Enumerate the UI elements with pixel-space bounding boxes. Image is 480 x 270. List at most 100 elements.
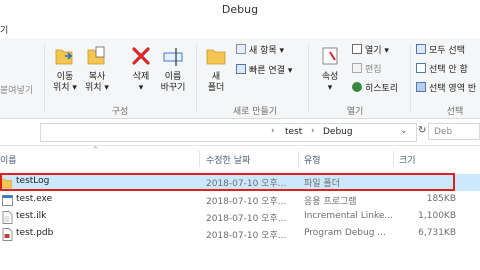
address-dropdown-icon[interactable]: ⌄ [400,126,408,136]
address-bar[interactable]: › test › Debug ⌄ [40,123,417,142]
refresh-icon[interactable]: ↻ [418,125,426,136]
file-row[interactable]: test.exe 2018-07-10 오후... 응용 프로그램 185KB [0,192,480,209]
invert-selection-button[interactable]: 선택 영역 반 [416,82,476,95]
select-all-button[interactable]: 모두 선택 [416,44,465,57]
breadcrumb-item[interactable]: Debug [323,127,353,137]
ribbon: 붙여넣기 이동 위치 ▾ 복사 위치 ▾ 삭제 ▾ 이름 바꾸기 구성 새 폴더… [0,38,480,119]
edit-button[interactable]: 편집 [352,63,382,76]
rename-label-2: 바꾸기 [160,83,186,93]
file-row-selected[interactable]: testLog 2018-07-10 오후... 파일 폴더 [0,174,480,191]
select-all-icon [416,44,426,54]
window-title: Debug [221,3,259,16]
folder-icon [1,178,12,189]
new-item-icon [236,44,246,54]
copy-to-label-1: 복사 [88,72,106,82]
column-divider[interactable] [199,151,200,167]
new-item-button[interactable]: 새 항목 ▾ [236,44,284,57]
move-to-button[interactable]: 이동 위치 ▾ [52,44,78,94]
new-folder-label-2: 폴더 [207,83,225,93]
select-none-button[interactable]: 선택 안 함 [416,63,468,76]
sort-arrow-icon: ^ [92,145,99,154]
file-date: 2018-07-10 오후... [206,231,287,241]
new-group-label: 새로 만들기 [232,107,278,117]
open-icon [352,44,362,54]
file-type: Incremental Linke... [304,211,392,221]
ilk-file-icon [2,211,13,224]
file-row[interactable]: test.ilk 2018-07-10 오후... Incremental Li… [0,209,480,226]
delete-label-1: 삭제 [132,72,150,82]
ribbon-separator [196,44,197,112]
file-name: test.ilk [16,211,47,221]
rename-label-1: 이름 [164,72,182,82]
breadcrumb-item[interactable]: test [285,127,302,137]
move-to-label-2: 위치 ▾ [53,83,77,93]
invert-selection-label: 선택 영역 반 [429,84,477,94]
select-all-label: 모두 선택 [429,46,465,56]
delete-label-2: ▾ [138,83,144,93]
edit-icon [352,63,362,73]
file-size: 185KB [426,194,456,204]
organize-group-label: 구성 [111,107,129,117]
file-name: testLog [16,176,50,186]
new-folder-icon [206,49,226,65]
history-button[interactable]: 히스토리 [352,82,398,95]
column-divider[interactable] [393,151,394,167]
copy-to-button[interactable]: 복사 위치 ▾ [84,44,110,94]
search-input[interactable]: Deb [428,123,480,140]
column-headers: ^ 이름 수정한 날짜 유형 크기 [0,145,480,169]
open-button[interactable]: 열기 ▾ [352,44,389,57]
delete-icon [132,47,150,65]
easy-access-icon [236,64,246,74]
open-group-label: 열기 [346,107,364,117]
column-header-size[interactable]: 크기 [399,153,416,166]
easy-access-button[interactable]: 빠른 연결 ▾ [236,64,292,77]
open-label: 열기 ▾ [365,46,389,56]
file-row[interactable]: test.pdb 2018-07-10 오후... Program Debug … [0,226,480,243]
breadcrumb-chevron-icon: › [271,126,275,136]
file-type: 파일 폴더 [304,179,340,189]
move-to-label-1: 이동 [56,72,74,82]
invert-selection-icon [416,82,426,92]
rename-icon [163,48,183,66]
file-date: 2018-07-10 오후... [206,214,287,224]
rename-button[interactable]: 이름 바꾸기 [158,44,188,94]
column-header-name[interactable]: 이름 [0,153,17,166]
move-to-icon [55,49,73,65]
properties-icon [322,47,338,65]
file-type: Program Debug ... [304,228,386,238]
column-header-type[interactable]: 유형 [304,153,321,166]
ribbon-tab-fragment[interactable]: 기 [0,23,8,36]
file-size: 1,100KB [418,211,456,221]
column-divider[interactable] [298,151,299,167]
history-label: 히스토리 [365,84,399,94]
paste-label: 붙여넣기 [0,86,34,96]
new-folder-label-1: 새 [211,72,221,82]
exe-icon [2,195,13,206]
select-none-label: 선택 안 함 [429,65,468,75]
ribbon-separator [308,44,309,112]
properties-label-1: 속성 [321,72,339,82]
column-header-date[interactable]: 수정한 날짜 [206,153,250,166]
new-folder-button[interactable]: 새 폴더 [202,44,230,94]
properties-label-2: ▾ [327,83,333,93]
select-none-icon [416,63,426,73]
file-date: 2018-07-10 오후... [206,179,287,189]
delete-button[interactable]: 삭제 ▾ [128,44,154,94]
new-item-label: 새 항목 ▾ [249,46,285,56]
history-icon [352,82,362,92]
breadcrumb-chevron-icon: › [311,126,315,136]
ribbon-separator [410,44,411,112]
window-title-bar: Debug [0,0,480,22]
ribbon-tab-strip: 기 [0,22,480,39]
address-bar-row: › test › Debug ⌄ ↻ Deb [0,119,480,146]
file-type: 응용 프로그램 [304,197,357,207]
file-size: 6,731KB [418,228,456,238]
properties-button[interactable]: 속성 ▾ [316,44,344,94]
select-group-label: 선택 [446,107,464,117]
file-date: 2018-07-10 오후... [206,197,287,207]
file-name: test.exe [16,194,53,204]
edit-label: 편집 [365,65,382,75]
paste-button[interactable]: 붙여넣기 [0,86,33,97]
copy-to-label-2: 위치 ▾ [85,83,109,93]
ribbon-separator [44,44,45,112]
